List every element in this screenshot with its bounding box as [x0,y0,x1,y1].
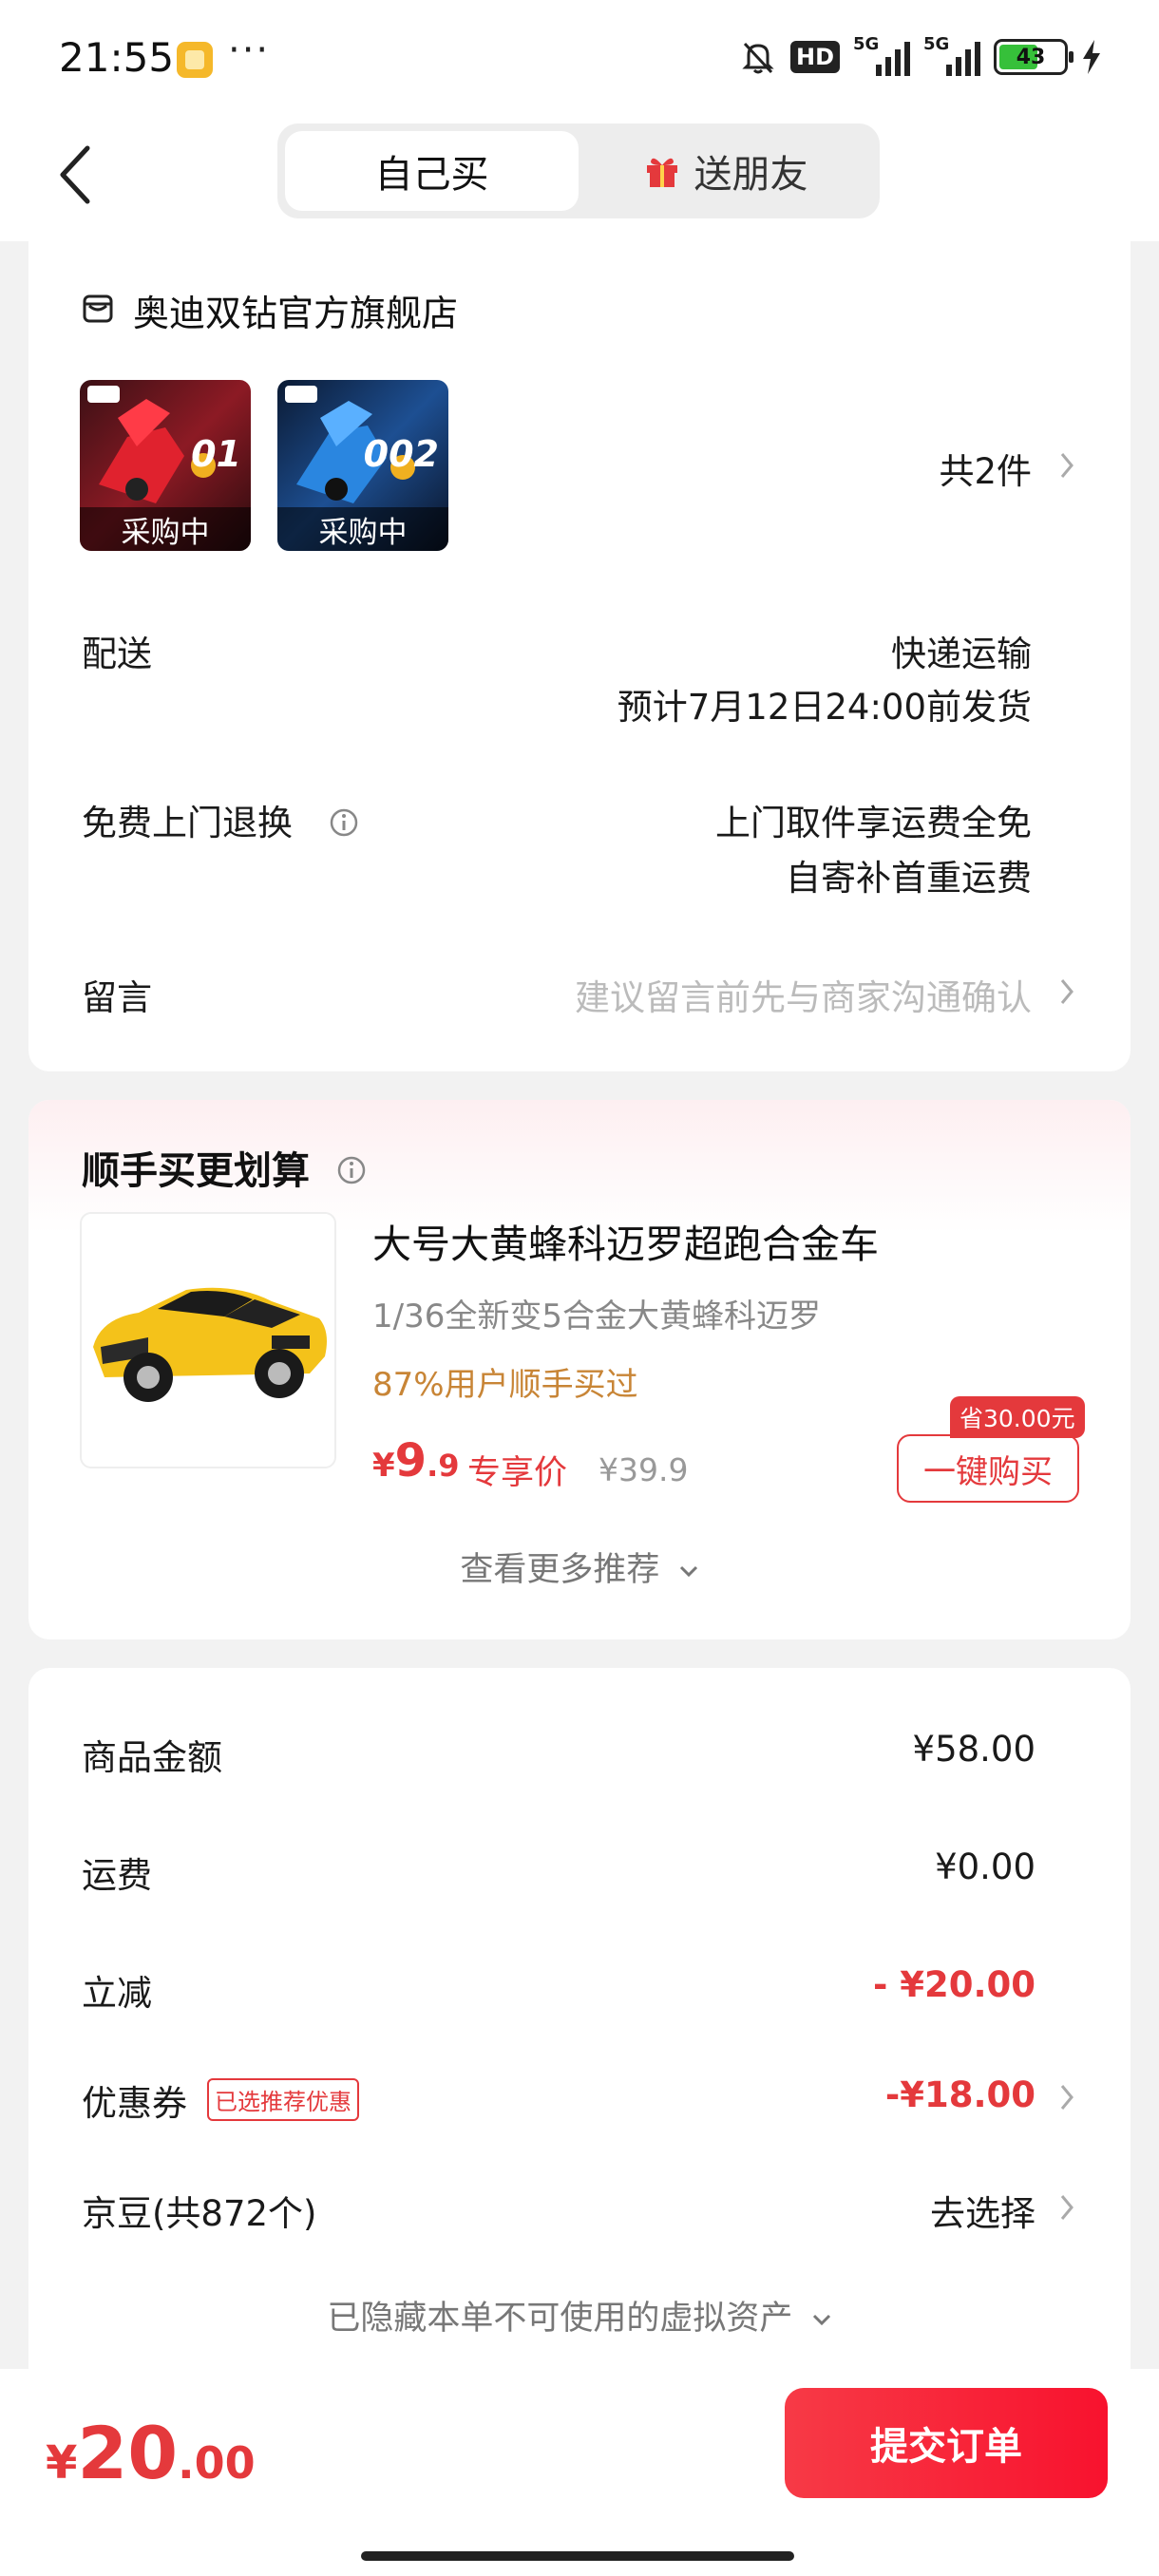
shipping-label: 运费 [82,1855,152,1896]
order-total: ¥20.00 [46,2411,256,2495]
back-icon[interactable] [53,141,95,209]
brand-badge [87,386,120,403]
message-label: 留言 [82,977,152,1018]
addon-price: ¥9.9 [372,1434,460,1487]
hidden-assets-toggle[interactable]: 已隐藏本单不可使用的虚拟资产 [28,2291,1130,2339]
message-input[interactable]: 建议留言前先与商家沟通确认 [575,969,1032,1020]
chevron-right-icon [1060,979,1074,1004]
status-icons: HD 5G 5G 43 [739,34,1102,78]
jd-beans-select[interactable]: 去选择 [930,2185,1036,2236]
returns-line-1: 上门取件享运费全免 [715,803,1032,843]
purchase-mode-switch: 自己买 送朋友 [277,123,880,218]
original-price: ¥39.9 [598,1451,689,1488]
item-number: 002 [363,433,439,475]
chevron-down-icon [812,2314,830,2326]
one-click-buy-button[interactable]: 一键购买 [897,1434,1079,1503]
yellow-car-image [93,1287,327,1402]
addon-product-image[interactable] [80,1212,336,1468]
charging-icon [1083,40,1100,74]
submit-order-button[interactable]: 提交订单 [785,2388,1108,2498]
info-icon[interactable] [329,807,359,838]
chevron-right-icon [1060,2195,1074,2220]
product-thumbnail[interactable]: 002 采购中 [277,380,448,551]
chevron-right-icon [1060,453,1074,478]
goods-amount-label: 商品金额 [82,1737,222,1778]
gift-icon [646,158,677,187]
home-indicator[interactable] [361,2551,794,2561]
more-notifications-icon: ··· [228,28,271,72]
item-number: 01 [191,433,241,475]
goods-amount-value: ¥58.00 [912,1729,1036,1770]
brand-badge [285,386,317,403]
signal-icon-2: 5G [923,34,980,76]
addon-product-name[interactable]: 大号大黄蜂科迈罗超跑合金车 [372,1212,879,1269]
store-name[interactable]: 奥迪双钻官方旗舰店 [133,284,458,336]
product-thumbnail[interactable]: 01 采购中 [80,380,251,551]
delivery-label: 配送 [82,634,152,674]
addon-purchase-stat: 87%用户顺手买过 [372,1366,638,1404]
tab-buy-for-self[interactable]: 自己买 [285,131,579,211]
status-bar: 21:55 ··· HD 5G 5G 43 [0,0,1159,114]
notification-app-icon [177,42,213,78]
store-icon [83,294,113,323]
coupon-selected-tag: 已选推荐优惠 [207,2078,359,2121]
delivery-eta: 预计7月12日24:00前发货 [617,687,1032,728]
addon-title: 顺手买更划算 [82,1140,367,1195]
instant-discount-label: 立减 [82,1973,152,2014]
order-store-card: 奥迪双钻官方旗舰店 01 采购中 002 采购中 共2件 配送 快递运输 预计7… [28,241,1130,1071]
checkout-bar: ¥20.00 提交订单 [0,2369,1159,2576]
header: 自己买 送朋友 [0,114,1159,241]
chevron-right-icon [1060,2085,1074,2110]
price-summary-card: 商品金额 ¥58.00 运费 ¥0.00 立减 - ¥20.00 优惠券 已选推… [28,1668,1130,2390]
item-status: 采购中 [277,507,448,551]
addon-recommend-card: 顺手买更划算 大号大黄蜂科迈罗超跑合金车 1/36全新变5合金大黄蜂科迈罗 87… [28,1100,1130,1639]
status-time: 21:55 [59,34,175,81]
tab-send-to-friend[interactable]: 送朋友 [579,131,872,211]
delivery-method: 快递运输 [891,634,1032,674]
item-count[interactable]: 共2件 [939,443,1032,494]
battery-icon: 43 [994,39,1074,75]
item-status: 采购中 [80,507,251,551]
more-recommendations-link[interactable]: 查看更多推荐 [28,1543,1130,1591]
savings-badge: 省30.00元 [950,1396,1085,1438]
bell-muted-icon [742,42,774,74]
jd-beans-label: 京豆(共872个) [82,2193,317,2234]
addon-product-subtitle: 1/36全新变5合金大黄蜂科迈罗 [372,1297,821,1335]
returns-line-2: 自寄补首重运费 [786,858,1032,899]
chevron-down-icon [679,1565,697,1578]
instant-discount-value: - ¥20.00 [872,1964,1036,2005]
info-icon[interactable] [336,1155,367,1185]
coupon-value[interactable]: -¥18.00 [885,2074,1036,2115]
coupon-label: 优惠券 [82,2083,187,2124]
shipping-value: ¥0.00 [935,1847,1036,1887]
returns-label: 免费上门退换 [82,794,359,845]
hd-icon: HD [789,41,840,73]
signal-icon: 5G [853,34,910,76]
exclusive-price-label: 专享价 [467,1454,568,1492]
